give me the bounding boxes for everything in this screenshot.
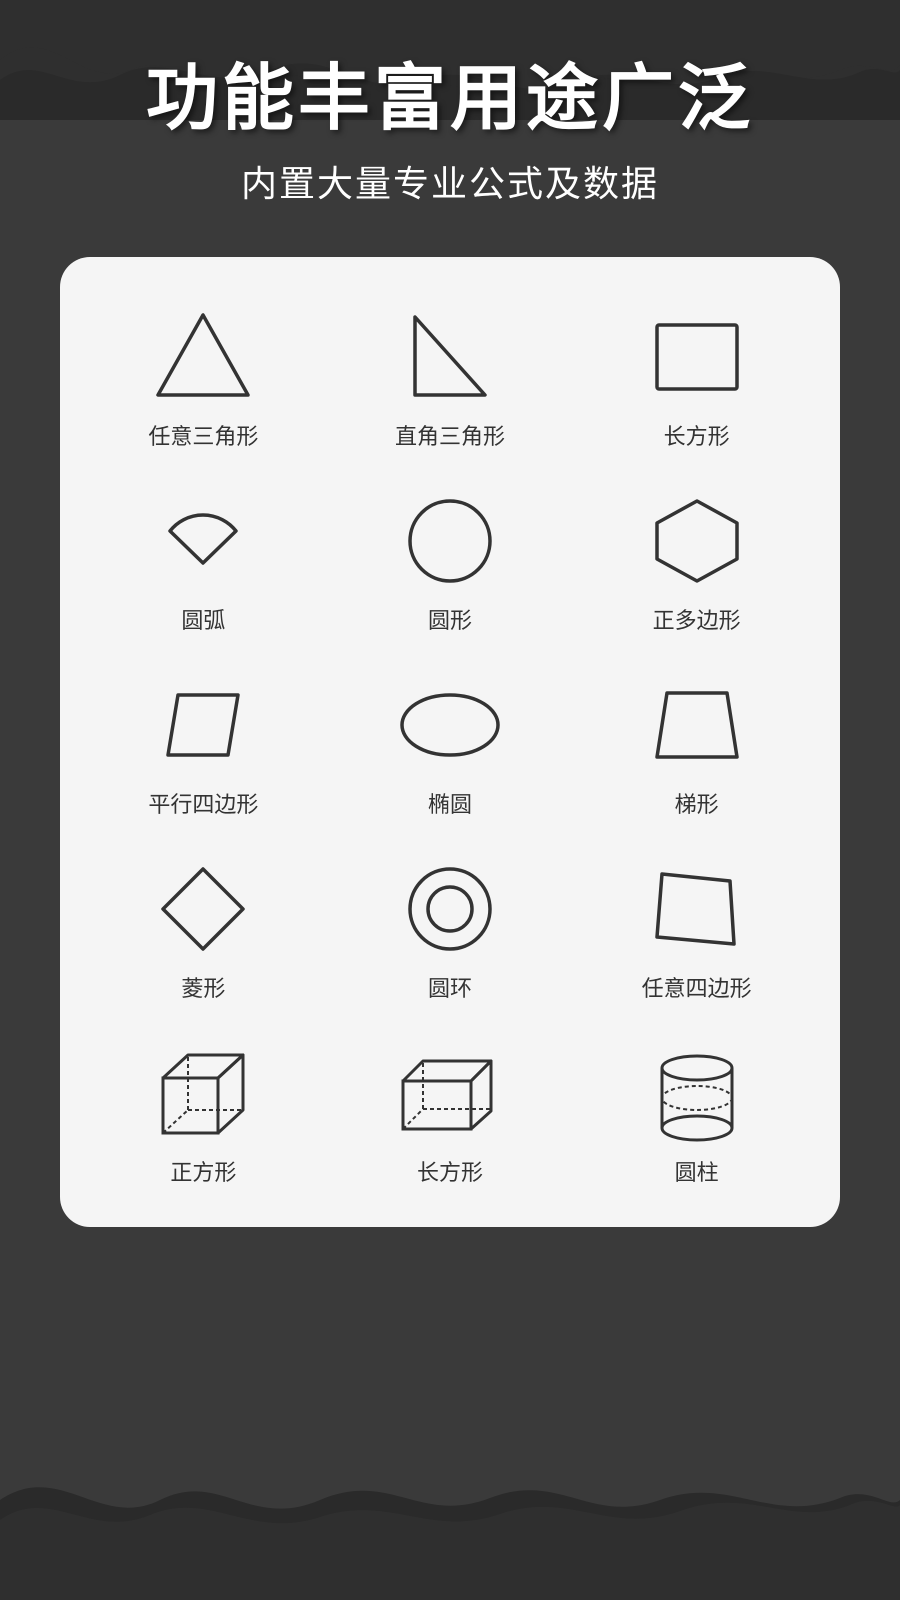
shapes-grid: 任意三角形 直角三角形 长方形 <box>80 287 820 1197</box>
cuboid-icon <box>395 1043 505 1143</box>
shape-item-arc[interactable]: 圆弧 <box>80 471 327 645</box>
trapezoid-icon <box>642 675 752 775</box>
rhombus-icon <box>148 859 258 959</box>
circle-label: 圆形 <box>428 603 472 635</box>
cylinder-icon <box>642 1043 752 1143</box>
shape-item-rectangle[interactable]: 长方形 <box>573 287 820 461</box>
shape-item-trapezoid[interactable]: 梯形 <box>573 655 820 829</box>
triangle-label: 任意三角形 <box>148 419 258 451</box>
rhombus-label: 菱形 <box>181 971 225 1003</box>
shape-item-annulus[interactable]: 圆环 <box>327 839 574 1013</box>
polygon-icon <box>642 491 752 591</box>
polygon-label: 正多边形 <box>653 603 741 635</box>
shape-item-circle[interactable]: 圆形 <box>327 471 574 645</box>
shape-item-cube[interactable]: 正方形 <box>80 1023 327 1197</box>
cube-label: 正方形 <box>170 1155 236 1187</box>
right-triangle-label: 直角三角形 <box>395 419 505 451</box>
shape-item-polygon[interactable]: 正多边形 <box>573 471 820 645</box>
shape-item-ellipse[interactable]: 椭圆 <box>327 655 574 829</box>
shape-item-right-triangle[interactable]: 直角三角形 <box>327 287 574 461</box>
parallelogram-label: 平行四边形 <box>148 787 258 819</box>
cuboid-label: 长方形 <box>417 1155 483 1187</box>
main-title: 功能丰富用途广泛 <box>40 60 860 139</box>
trapezoid-label: 梯形 <box>675 787 719 819</box>
shape-item-quad[interactable]: 任意四边形 <box>573 839 820 1013</box>
ellipse-label: 椭圆 <box>428 787 472 819</box>
annulus-label: 圆环 <box>428 971 472 1003</box>
quad-label: 任意四边形 <box>642 971 752 1003</box>
circle-icon <box>395 491 505 591</box>
shape-item-cylinder[interactable]: 圆柱 <box>573 1023 820 1197</box>
shape-item-cuboid[interactable]: 长方形 <box>327 1023 574 1197</box>
bottom-decoration <box>0 1420 900 1600</box>
annulus-icon <box>395 859 505 959</box>
triangle-icon <box>148 307 258 407</box>
right-triangle-icon <box>395 307 505 407</box>
cube-icon <box>148 1043 258 1143</box>
shape-item-parallelogram[interactable]: 平行四边形 <box>80 655 327 829</box>
shape-item-rhombus[interactable]: 菱形 <box>80 839 327 1013</box>
header: 功能丰富用途广泛 内置大量专业公式及数据 <box>0 0 900 237</box>
rectangle-icon <box>642 307 752 407</box>
sub-title: 内置大量专业公式及数据 <box>40 155 860 207</box>
cylinder-label: 圆柱 <box>675 1155 719 1187</box>
shape-item-triangle[interactable]: 任意三角形 <box>80 287 327 461</box>
arc-icon <box>148 491 258 591</box>
quad-icon <box>642 859 752 959</box>
shapes-card: 任意三角形 直角三角形 长方形 <box>60 257 840 1227</box>
parallelogram-icon <box>148 675 258 775</box>
rectangle-label: 长方形 <box>664 419 730 451</box>
ellipse-icon <box>395 675 505 775</box>
arc-label: 圆弧 <box>181 603 225 635</box>
